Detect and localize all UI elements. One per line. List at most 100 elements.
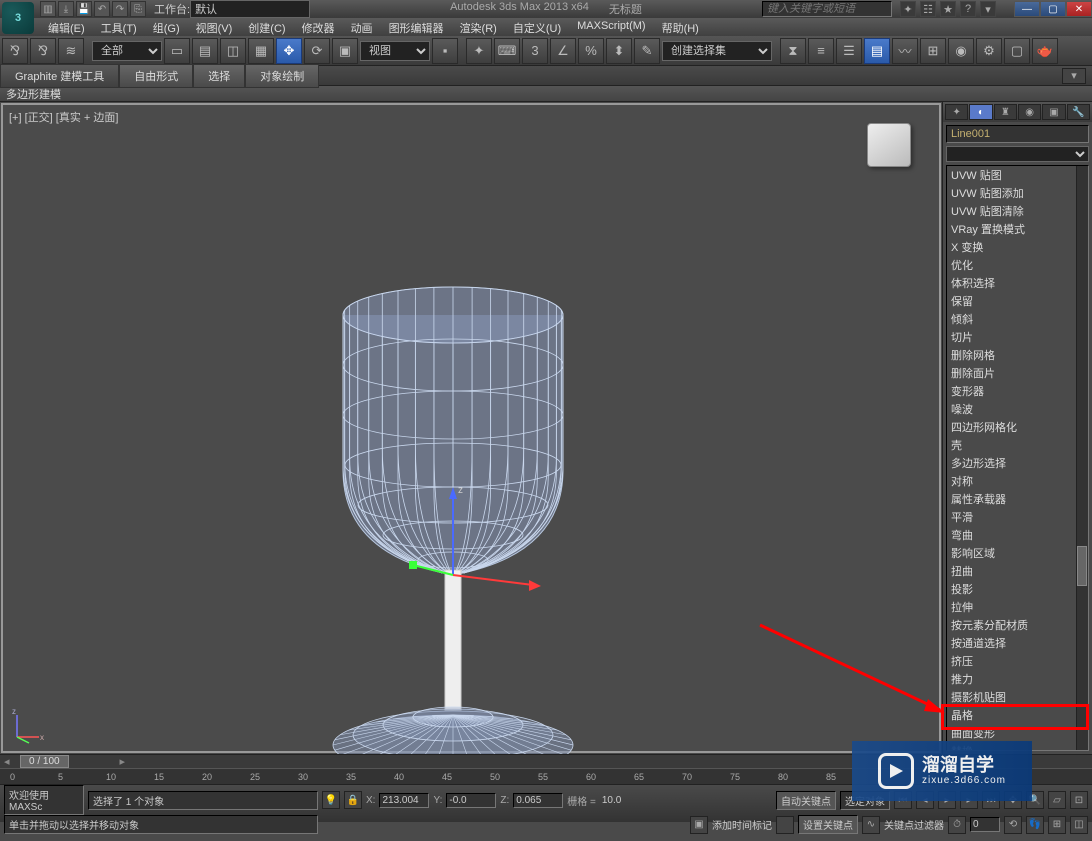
- modifier-item[interactable]: 挤压: [947, 652, 1088, 670]
- key-mode-icon[interactable]: �⴮: [776, 816, 794, 834]
- menu-[interactable]: 动画: [343, 18, 381, 36]
- walk-icon[interactable]: 👣: [1026, 816, 1044, 834]
- modifier-item[interactable]: 壳: [947, 436, 1088, 454]
- qat-redo-icon[interactable]: ↷: [112, 1, 128, 17]
- hierarchy-tab-icon[interactable]: ♜: [994, 104, 1017, 120]
- menu-[interactable]: 图形编辑器: [381, 18, 452, 36]
- modifier-item[interactable]: 扭曲: [947, 562, 1088, 580]
- modifier-item[interactable]: UVW 贴图清除: [947, 202, 1088, 220]
- menu-e[interactable]: 编辑(E): [40, 18, 93, 36]
- dropdown-icon[interactable]: ▾: [980, 1, 996, 17]
- link-icon[interactable]: ⅋: [2, 38, 28, 64]
- select-manipulate-icon[interactable]: ✦: [466, 38, 492, 64]
- menu-[interactable]: 修改器: [294, 18, 343, 36]
- exchange-icon[interactable]: ☷: [920, 1, 936, 17]
- select-rotate-icon[interactable]: ⟳: [304, 38, 330, 64]
- modifier-item[interactable]: 投影: [947, 580, 1088, 598]
- select-move-icon[interactable]: ✥: [276, 38, 302, 64]
- spinner-snap-icon[interactable]: ⬍: [606, 38, 632, 64]
- orbit-icon[interactable]: ⟲: [1004, 816, 1022, 834]
- menu-h[interactable]: 帮助(H): [654, 18, 707, 36]
- timeline-next-icon[interactable]: ▸: [120, 755, 126, 768]
- schematic-view-icon[interactable]: ⊞: [920, 38, 946, 64]
- max-viewport-icon[interactable]: ⊞: [1048, 816, 1066, 834]
- unlink-icon[interactable]: ⅋: [30, 38, 56, 64]
- modifier-item[interactable]: 曲面变形: [947, 724, 1088, 742]
- modifier-item[interactable]: VRay 置换模式: [947, 220, 1088, 238]
- subscription-icon[interactable]: ✦: [900, 1, 916, 17]
- keyboard-shortcut-icon[interactable]: ⌨: [494, 38, 520, 64]
- ribbon-tab-2[interactable]: 选择: [193, 64, 245, 88]
- ribbon-tab-3[interactable]: 对象绘制: [245, 64, 319, 88]
- modifier-item[interactable]: X 变换: [947, 238, 1088, 256]
- modifier-list-dropdown[interactable]: [946, 146, 1089, 162]
- minimize-button[interactable]: —: [1014, 1, 1040, 17]
- search-input[interactable]: [762, 1, 892, 17]
- timeline-prev-icon[interactable]: ◂: [4, 755, 10, 768]
- modifier-item[interactable]: UVW 贴图添加: [947, 184, 1088, 202]
- modifier-item[interactable]: 删除面片: [947, 364, 1088, 382]
- maximize-button[interactable]: ▢: [1040, 1, 1066, 17]
- modifier-item[interactable]: 体积选择: [947, 274, 1088, 292]
- qat-undo-icon[interactable]: ↶: [94, 1, 110, 17]
- bind-spacewarp-icon[interactable]: ≋: [58, 38, 84, 64]
- modifier-item[interactable]: 对称: [947, 472, 1088, 490]
- ribbon-expand-icon[interactable]: ▾: [1062, 68, 1086, 84]
- modifier-item[interactable]: 删除网格: [947, 346, 1088, 364]
- modifier-item[interactable]: 切片: [947, 328, 1088, 346]
- modify-tab-icon[interactable]: ◐: [969, 104, 992, 120]
- modifier-item[interactable]: 按通道选择: [947, 634, 1088, 652]
- select-name-icon[interactable]: ▤: [192, 38, 218, 64]
- modifier-item[interactable]: 拉伸: [947, 598, 1088, 616]
- modifier-item[interactable]: 摄影机贴图: [947, 688, 1088, 706]
- isolate-icon[interactable]: ▣: [690, 816, 708, 834]
- scrollbar[interactable]: [1076, 166, 1088, 750]
- window-crossing-icon[interactable]: ▦: [248, 38, 274, 64]
- menu-v[interactable]: 视图(V): [188, 18, 241, 36]
- close-button[interactable]: ✕: [1066, 1, 1092, 17]
- qat-save-icon[interactable]: 💾: [76, 1, 92, 17]
- fov-icon[interactable]: ▱: [1048, 791, 1066, 809]
- x-coord-field[interactable]: [379, 793, 429, 808]
- zoom-region-icon[interactable]: ◫: [1070, 816, 1088, 834]
- modifier-item[interactable]: 按元素分配材质: [947, 616, 1088, 634]
- named-selection-dropdown[interactable]: 创建选择集: [662, 41, 772, 61]
- modifier-item[interactable]: UVW 贴图: [947, 166, 1088, 184]
- create-tab-icon[interactable]: ✦: [945, 104, 968, 120]
- modifier-item[interactable]: 变形器: [947, 382, 1088, 400]
- y-coord-field[interactable]: [446, 793, 496, 808]
- menu-u[interactable]: 自定义(U): [505, 18, 569, 36]
- select-icon[interactable]: ▭: [164, 38, 190, 64]
- percent-snap-icon[interactable]: %: [578, 38, 604, 64]
- add-time-tag[interactable]: 添加时间标记: [712, 817, 772, 832]
- modifier-stack[interactable]: UVW 贴图UVW 贴图添加UVW 贴图清除VRay 置换模式X 变换优化体积选…: [946, 165, 1089, 751]
- menu-maxscriptm[interactable]: MAXScript(M): [569, 18, 653, 36]
- qat-new-icon[interactable]: ▥: [40, 1, 56, 17]
- modifier-item[interactable]: 推力: [947, 670, 1088, 688]
- viewport-label[interactable]: [+] [正交] [真实 + 边面]: [9, 109, 118, 125]
- help-icon[interactable]: ?: [960, 1, 976, 17]
- display-tab-icon[interactable]: ▣: [1042, 104, 1065, 120]
- lock-selection-icon[interactable]: 💡: [322, 791, 340, 809]
- menu-r[interactable]: 渲染(R): [452, 18, 505, 36]
- viewcube[interactable]: [859, 115, 919, 175]
- align-icon[interactable]: ≡: [808, 38, 834, 64]
- modifier-item[interactable]: 倾斜: [947, 310, 1088, 328]
- material-editor-icon[interactable]: ◉: [948, 38, 974, 64]
- object-name-field[interactable]: Line001: [946, 125, 1089, 143]
- time-slider-thumb[interactable]: 0 / 100: [20, 755, 69, 768]
- menu-c[interactable]: 创建(C): [240, 18, 293, 36]
- favorites-icon[interactable]: ★: [940, 1, 956, 17]
- menu-t[interactable]: 工具(T): [93, 18, 145, 36]
- modifier-item[interactable]: 弯曲: [947, 526, 1088, 544]
- render-icon[interactable]: 🫖: [1032, 38, 1058, 64]
- qat-link-icon[interactable]: ⎘: [130, 1, 146, 17]
- modifier-item[interactable]: 保留: [947, 292, 1088, 310]
- selection-filter-dropdown[interactable]: 全部: [92, 41, 162, 61]
- z-coord-field[interactable]: [513, 793, 563, 808]
- layer-manager-icon[interactable]: ☰: [836, 38, 862, 64]
- setkey-button[interactable]: 设置关键点: [798, 815, 858, 834]
- edit-named-sel-icon[interactable]: ✎: [634, 38, 660, 64]
- scrollbar-thumb[interactable]: [1077, 546, 1087, 586]
- ref-coord-dropdown[interactable]: 视图: [360, 41, 430, 61]
